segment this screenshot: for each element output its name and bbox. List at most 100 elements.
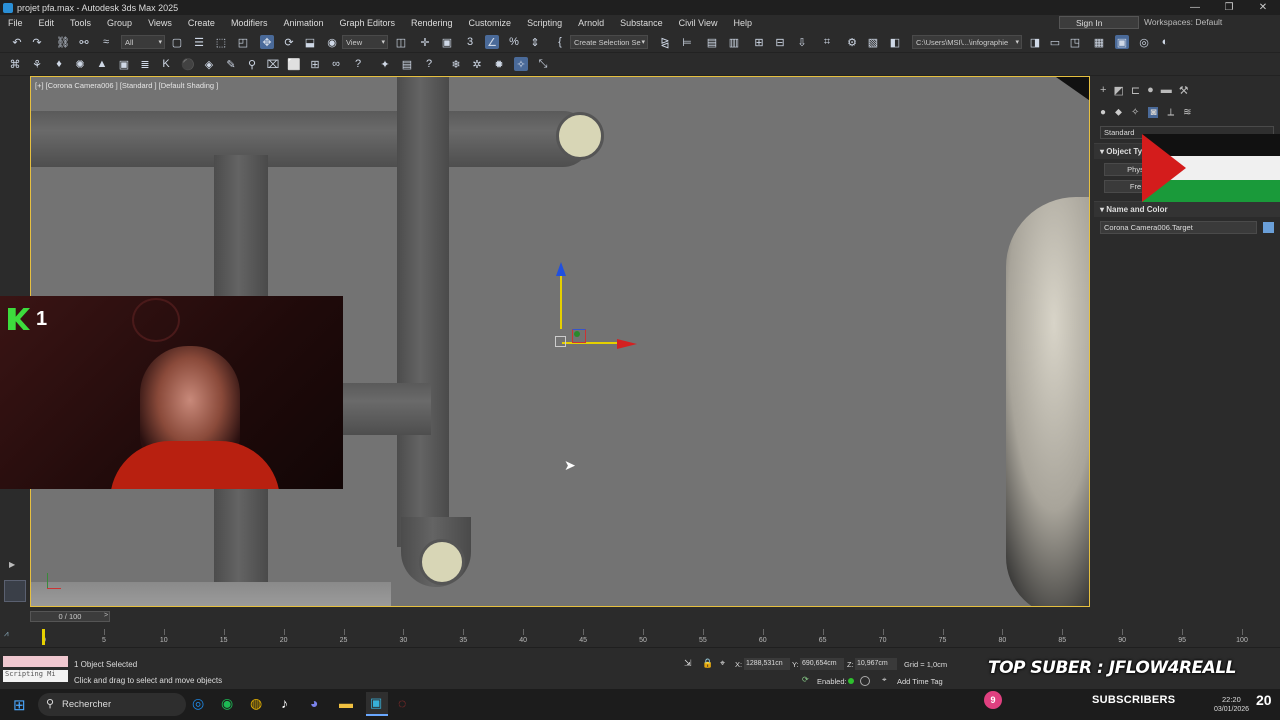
x-coordinate-field[interactable]: 1288,531cn [744, 658, 790, 670]
selection-filter-dropdown[interactable]: All [121, 35, 165, 49]
bind-space-warp-icon[interactable]: ≈ [99, 35, 113, 49]
camera-target-marker[interactable] [555, 336, 566, 347]
maxscript-listener[interactable] [3, 656, 68, 667]
render-setup-icon[interactable]: ⌗ [820, 35, 834, 49]
menu-create[interactable]: Create [180, 18, 223, 28]
viewport-layout-icon[interactable]: ◳ [1068, 35, 1082, 49]
schematic-view-icon[interactable]: ⊟ [773, 35, 787, 49]
helper-icon[interactable]: ⚲ [245, 57, 259, 71]
recording-app-icon[interactable]: ◌ [398, 695, 406, 711]
time-marker[interactable] [42, 629, 45, 645]
place-icon[interactable]: ◉ [325, 35, 339, 49]
rotate-icon[interactable]: ⟳ [282, 35, 296, 49]
menu-views[interactable]: Views [140, 18, 180, 28]
material-slot-icon[interactable]: ◈ [202, 57, 216, 71]
edge-icon[interactable]: ◎ [192, 695, 204, 712]
notes-icon[interactable]: ▤ [400, 57, 414, 71]
scripting-mini-listener[interactable]: Scripting Mi [3, 670, 68, 682]
menu-substance[interactable]: Substance [612, 18, 671, 28]
clock-date[interactable]: 03/01/2026 [1214, 706, 1249, 713]
select-by-name-icon[interactable]: ☰ [192, 35, 206, 49]
mini-curve-editor-icon[interactable]: ⩘ [4, 629, 9, 639]
close-button[interactable]: ✕ [1246, 0, 1280, 15]
material-editor-icon[interactable]: ⇩ [795, 35, 809, 49]
named-selection-set-dropdown[interactable]: Create Selection Se [570, 35, 648, 49]
maximize-viewport-icon[interactable]: ▣ [1115, 35, 1129, 49]
time-slider-next-icon[interactable]: > [104, 612, 108, 619]
move-icon[interactable]: ✥ [260, 35, 274, 49]
3dsmax-taskbar-item[interactable]: ▣ [366, 692, 388, 716]
gizmo-x-arrow-icon[interactable] [617, 339, 637, 349]
safe-frame-icon[interactable]: ▣ [117, 57, 131, 71]
menu-modifiers[interactable]: Modifiers [223, 18, 276, 28]
name-color-rollout[interactable]: ▾ Name and Color [1094, 201, 1280, 217]
isolate-icon[interactable]: ⇲ [684, 658, 692, 669]
text-tool-icon[interactable]: K [159, 57, 173, 71]
sun-icon[interactable]: ✺ [73, 57, 87, 71]
sign-in-button[interactable]: Sign In [1059, 16, 1139, 29]
mirror-icon[interactable]: ⧎ [658, 35, 672, 49]
camera-target-icon[interactable]: ▲ [95, 57, 109, 71]
redo-icon[interactable]: ↷ [30, 35, 44, 49]
ribbon-toggle-icon[interactable]: ▭ [1048, 35, 1062, 49]
adaptive-degradation-icon[interactable]: ⟳ [802, 675, 809, 684]
angle-snap-icon[interactable]: ∠ [485, 35, 499, 49]
chrome-icon[interactable]: ◍ [250, 695, 262, 712]
time-tag-icon[interactable]: ⌖ [882, 675, 887, 685]
menu-rendering[interactable]: Rendering [403, 18, 461, 28]
teapot-icon[interactable]: ⚫ [181, 57, 195, 71]
y-coordinate-field[interactable]: 690,654cm [800, 658, 844, 670]
discord-icon[interactable]: ◕ [310, 695, 318, 711]
menu-graph-editors[interactable]: Graph Editors [331, 18, 403, 28]
menu-file[interactable]: File [0, 18, 31, 28]
menu-civil-view[interactable]: Civil View [671, 18, 726, 28]
arnold-icon[interactable]: ◐ [1158, 35, 1172, 49]
snowflake-icon[interactable]: ❄ [449, 57, 463, 71]
reference-coord-dropdown[interactable]: View [342, 35, 388, 49]
menu-customize[interactable]: Customize [461, 18, 520, 28]
question-icon[interactable]: ? [422, 57, 436, 71]
select-manipulate-icon[interactable]: ✛ [418, 35, 432, 49]
geometry-icon[interactable]: ● [1100, 107, 1106, 118]
cameras-icon[interactable]: ◙ [1148, 106, 1159, 118]
z-coordinate-field[interactable]: 10,967cm [855, 658, 897, 670]
hierarchy-tab-icon[interactable]: ⊏ [1131, 84, 1140, 97]
rendered-frame-icon[interactable]: ⚙ [845, 35, 859, 49]
freeform-icon[interactable]: ⚘ [30, 57, 44, 71]
percent-snap-icon[interactable]: % [507, 35, 521, 49]
create-tab-icon[interactable]: + [1100, 84, 1106, 96]
layer-explorer-icon[interactable]: ▥ [727, 35, 741, 49]
menu-help[interactable]: Help [725, 18, 760, 28]
lock-icon[interactable]: 🔒 [702, 658, 713, 669]
absolute-mode-icon[interactable]: ⌖ [720, 658, 725, 669]
timeline-ruler[interactable]: 0510152025303540455055606570758085909510… [30, 629, 1250, 647]
scale-icon[interactable]: ⬓ [303, 35, 317, 49]
forest-icon[interactable]: ✹ [492, 57, 506, 71]
select-object-icon[interactable]: ▢ [170, 35, 184, 49]
windows-start-icon[interactable]: ⊞ [13, 696, 26, 714]
spotify-icon[interactable]: ◉ [221, 695, 233, 712]
add-time-tag-button[interactable]: Add Time Tag [897, 677, 943, 686]
menu-scripting[interactable]: Scripting [519, 18, 570, 28]
taskbar-search[interactable]: ⚲ Rechercher [38, 693, 186, 716]
curve-editor-icon[interactable]: ⊞ [752, 35, 766, 49]
menu-arnold[interactable]: Arnold [570, 18, 612, 28]
grid-helper-icon[interactable]: ⌧ [266, 57, 280, 71]
restore-button[interactable]: ❐ [1212, 0, 1246, 15]
help-icon[interactable]: ? [351, 57, 365, 71]
unlink-icon[interactable]: ⚯ [77, 35, 91, 49]
gizmo-y-handle[interactable] [574, 331, 580, 337]
align-icon[interactable]: ⊨ [680, 35, 694, 49]
menu-group[interactable]: Group [99, 18, 140, 28]
layouts-icon[interactable]: ▦ [1092, 35, 1106, 49]
project-folder-dropdown[interactable]: C:\Users\MSI\...\infographie [912, 35, 1022, 49]
object-color-swatch[interactable] [1263, 222, 1274, 233]
workspaces-selector[interactable]: Workspaces: Default [1144, 17, 1222, 27]
loop-icon[interactable]: ∞ [329, 57, 343, 71]
scatter-icon[interactable]: ✲ [470, 57, 484, 71]
pivot-center-icon[interactable]: ◫ [394, 35, 408, 49]
file-explorer-icon[interactable]: ▬ [339, 695, 353, 711]
render-production-icon[interactable]: ▧ [866, 35, 880, 49]
snaps-toggle-icon[interactable]: 3 [463, 35, 477, 49]
scene-explorer-icon[interactable]: ▤ [705, 35, 719, 49]
